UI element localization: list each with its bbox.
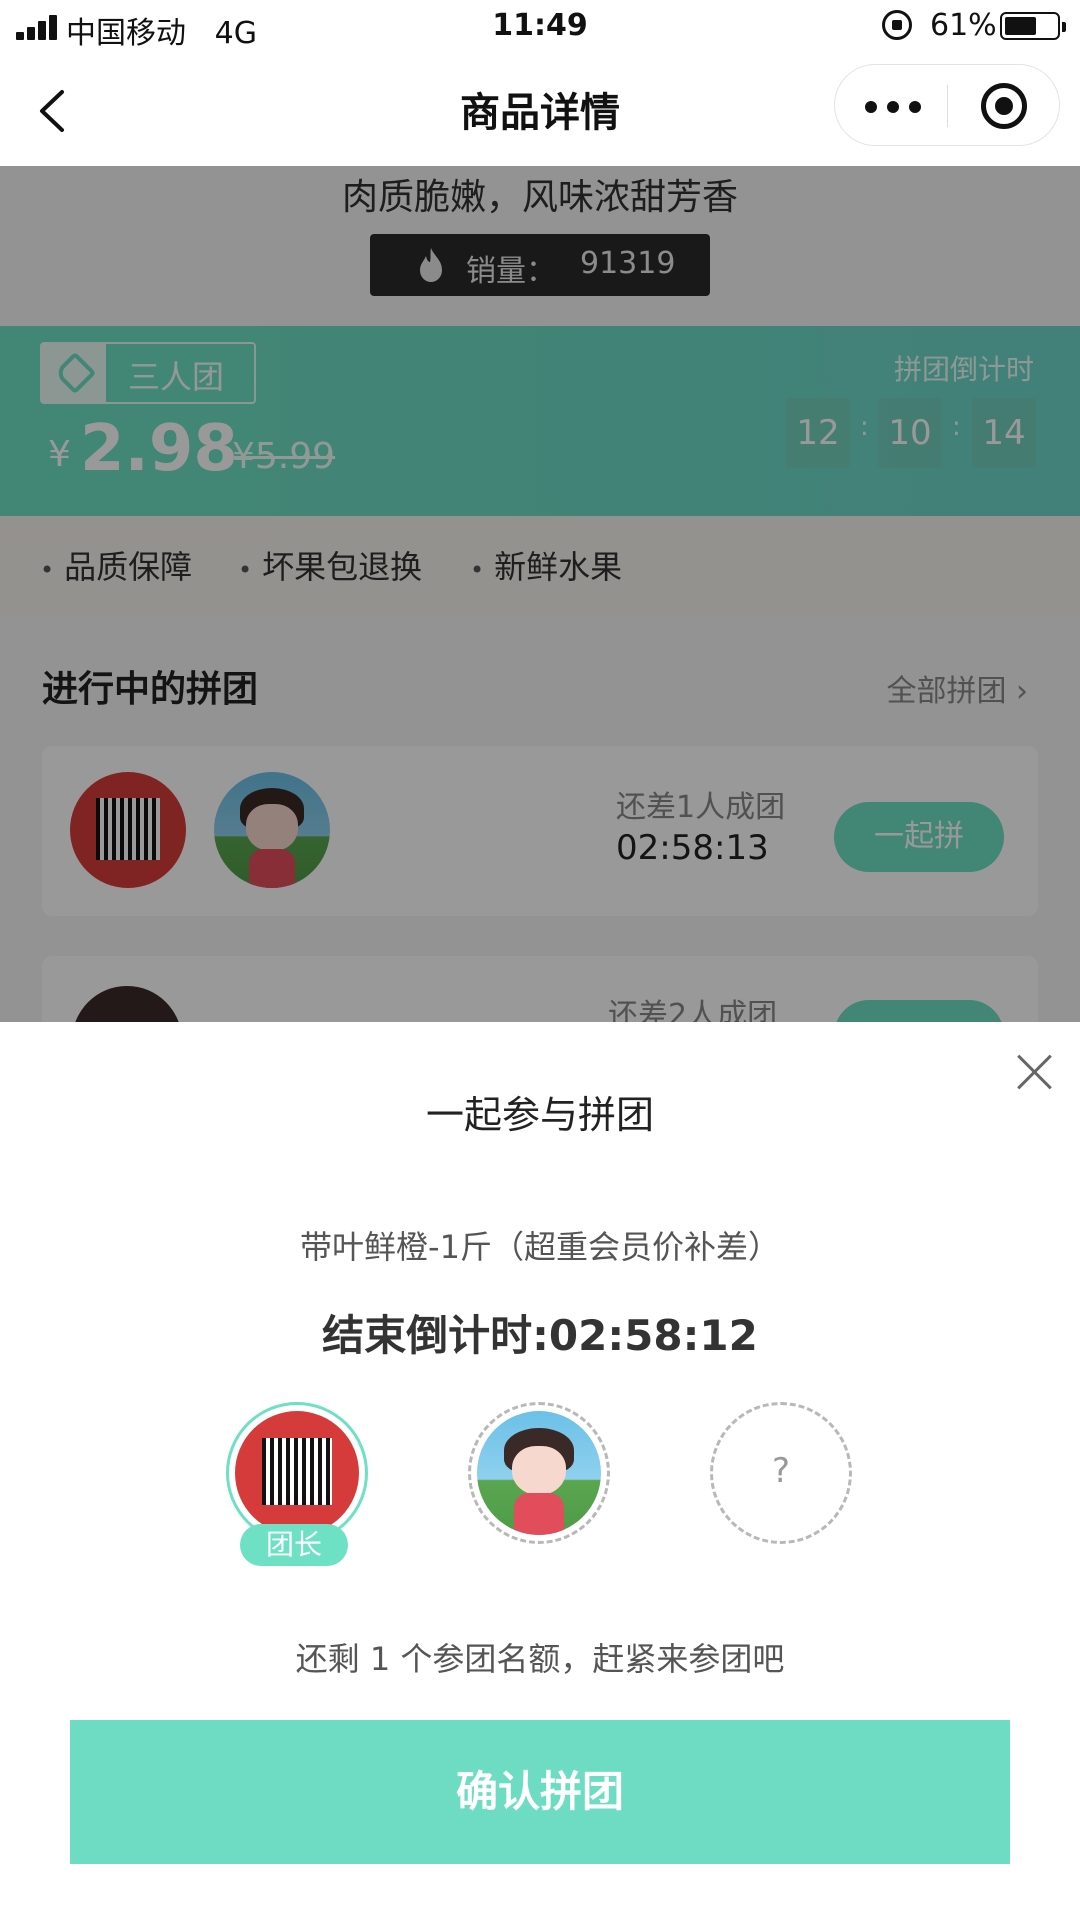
rotation-lock-icon: [882, 10, 912, 40]
confirm-group-button[interactable]: 确认拼团: [70, 1720, 1010, 1864]
leader-badge: 团长: [240, 1524, 348, 1566]
modal-overlay[interactable]: [0, 166, 1080, 1022]
mini-program-capsule: [834, 64, 1060, 146]
leader-avatar: [226, 1402, 368, 1544]
end-countdown: 结束倒计时:02:58:12: [322, 1311, 758, 1360]
battery-percent: 61%: [930, 8, 997, 43]
avatar: [235, 1411, 359, 1535]
join-group-sheet: 一起参与拼团 带叶鲜橙-1斤（超重会员价补差） 结束倒计时:02:58:12 团…: [0, 1022, 1080, 1920]
sheet-title: 一起参与拼团: [425, 1093, 654, 1137]
clock: 11:49: [492, 8, 588, 43]
empty-slot: ?: [710, 1402, 852, 1544]
more-dots-icon[interactable]: [865, 89, 935, 123]
capsule-divider: [947, 85, 948, 127]
qr-code-icon: [262, 1438, 332, 1506]
target-icon[interactable]: [981, 83, 1027, 129]
remaining-slots-text: 还剩 1 个参团名额，赶紧来参团吧: [295, 1640, 785, 1678]
member-avatar: [468, 1402, 610, 1544]
product-name: 带叶鲜橙-1斤（超重会员价补差）: [300, 1228, 780, 1266]
status-bar: 中国移动 4G 11:49 61%: [0, 0, 1080, 56]
nav-bar: 商品详情: [0, 56, 1080, 166]
question-mark-icon: ?: [771, 1451, 791, 1491]
battery-icon: [1000, 12, 1066, 40]
avatar: [477, 1411, 601, 1535]
